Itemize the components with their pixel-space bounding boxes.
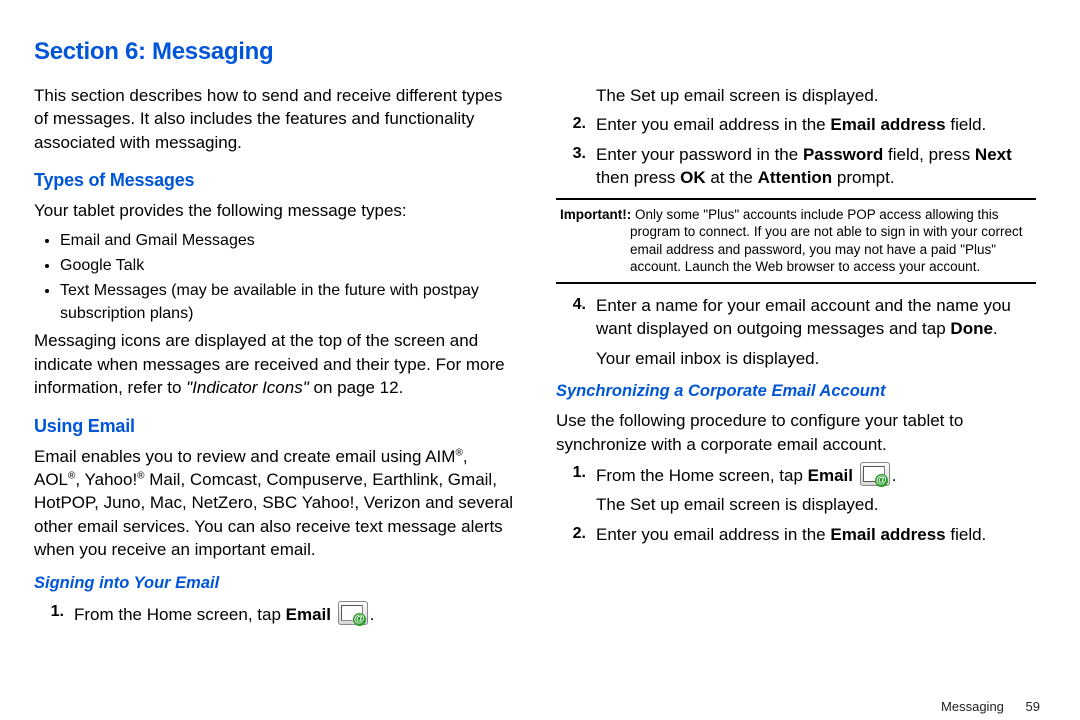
section-title: Section 6: Messaging [34,38,1046,66]
email-icon [338,601,368,625]
text: . [892,466,897,485]
page-number: 59 [1026,699,1040,714]
text: . [370,605,375,624]
step-3: 3. Enter your password in the Password f… [556,143,1036,190]
bold-label: Email address [830,115,945,134]
text: on page 12. [309,378,404,397]
footer-section-label: Messaging [941,699,1004,714]
step-text: Enter you email address in the Email add… [596,523,1036,546]
heading-signing-in: Signing into Your Email [34,572,514,595]
sync-step-1: 1. From the Home screen, tap Email . The… [556,462,1036,517]
types-after: Messaging icons are displayed at the top… [34,329,514,399]
continuation-text: The Set up email screen is displayed. [596,84,1036,107]
text: Email enables you to review and create e… [34,447,455,466]
text: , Yahoo! [75,470,137,489]
bold-label: Password [803,145,883,164]
registered-mark: ® [137,470,144,481]
text: then press [596,168,680,187]
step-number: 1. [556,462,596,517]
bold-label: Email [286,605,331,624]
text: Enter you email address in the [596,115,830,134]
step-number: 2. [556,113,596,136]
step-number: 2. [556,523,596,546]
types-list: Email and Gmail Messages Google Talk Tex… [48,229,514,326]
left-column: This section describes how to send and r… [34,84,514,632]
list-item: Google Talk [60,254,514,277]
step-text: Enter you email address in the Email add… [596,113,1036,136]
bold-label: Email [808,466,853,485]
heading-using-email: Using Email [34,414,514,439]
note-label: Important!: [560,207,631,222]
bold-label: OK [680,168,706,187]
step-text: Enter your password in the Password fiel… [596,143,1036,190]
right-column: The Set up email screen is displayed. 2.… [556,84,1036,632]
step-2: 2. Enter you email address in the Email … [556,113,1036,136]
text: From the Home screen, tap [596,466,808,485]
step-text: Enter a name for your email account and … [596,294,1036,370]
registered-mark: ® [455,447,462,458]
page-footer: Messaging 59 [941,699,1040,714]
bold-label: Next [975,145,1012,164]
text: field. [946,525,987,544]
text: field, press [883,145,975,164]
step-4: 4. Enter a name for your email account a… [556,294,1036,370]
email-icon [860,462,890,486]
numbered-list: 2. Enter you email address in the Email … [556,113,1036,189]
cross-reference: "Indicator Icons" [186,378,309,397]
numbered-list: 4. Enter a name for your email account a… [556,294,1036,370]
list-item: Text Messages (may be available in the f… [60,279,514,325]
sync-intro: Use the following procedure to configure… [556,409,1036,456]
manual-page: Section 6: Messaging This section descri… [0,0,1080,720]
numbered-list: 1. From the Home screen, tap Email . [34,601,514,626]
text: at the [706,168,758,187]
using-email-paragraph: Email enables you to review and create e… [34,445,514,562]
step-text: From the Home screen, tap Email . [74,601,514,626]
step-number: 1. [34,601,74,626]
step-subtext: Your email inbox is displayed. [596,347,1036,370]
text: field. [946,115,987,134]
text: Enter you email address in the [596,525,830,544]
step-subtext: The Set up email screen is displayed. [596,493,1036,516]
text: Enter your password in the [596,145,803,164]
list-item: Email and Gmail Messages [60,229,514,252]
bold-label: Done [950,319,993,338]
text: . [993,319,998,338]
step-number: 4. [556,294,596,370]
important-note: Important!: Only some "Plus" accounts in… [556,198,1036,284]
sync-step-2: 2. Enter you email address in the Email … [556,523,1036,546]
note-text: Only some "Plus" accounts include POP ac… [630,207,1022,275]
text: prompt. [832,168,894,187]
numbered-list: 1. From the Home screen, tap Email . The… [556,462,1036,546]
intro-paragraph: This section describes how to send and r… [34,84,514,154]
text: Enter a name for your email account and … [596,296,1011,338]
two-column-layout: This section describes how to send and r… [34,84,1046,632]
heading-sync-corporate: Synchronizing a Corporate Email Account [556,380,1036,403]
step-number: 3. [556,143,596,190]
bold-label: Email address [830,525,945,544]
step-1: 1. From the Home screen, tap Email . [34,601,514,626]
bold-label: Attention [758,168,833,187]
heading-types: Types of Messages [34,168,514,193]
types-intro: Your tablet provides the following messa… [34,199,514,222]
text: From the Home screen, tap [74,605,286,624]
step-text: From the Home screen, tap Email . The Se… [596,462,1036,517]
